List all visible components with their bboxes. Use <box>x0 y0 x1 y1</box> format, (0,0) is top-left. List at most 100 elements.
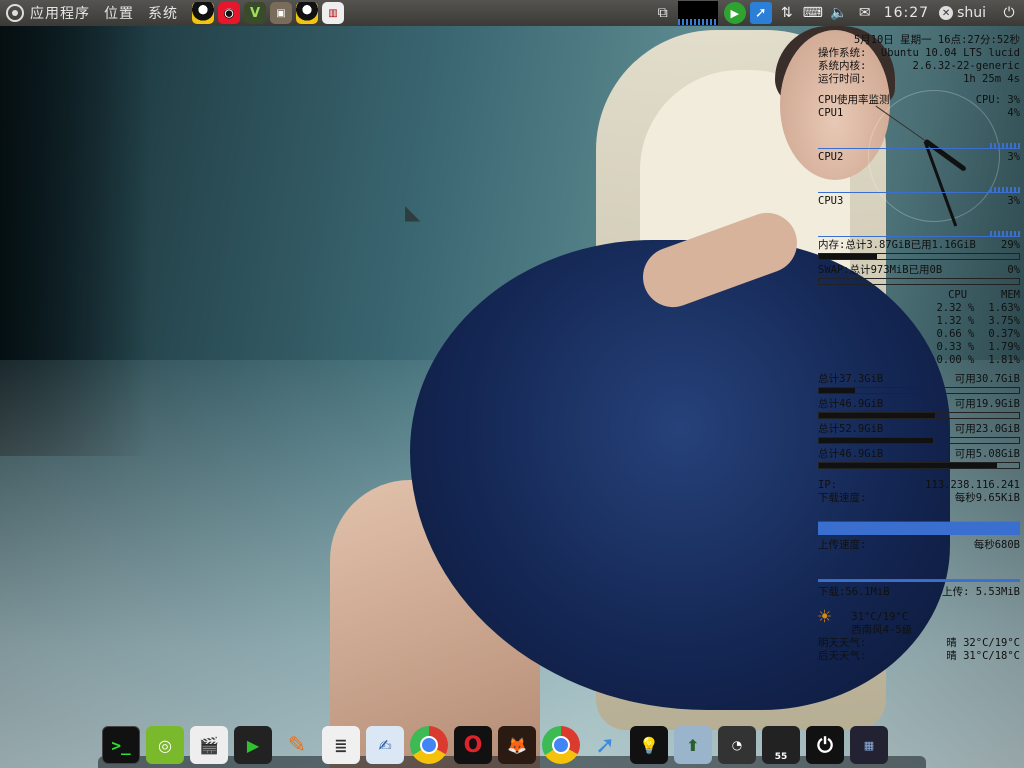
conky-process-row: 0.00 % 1.81% <box>818 354 1020 367</box>
conky-cpu1-graph <box>818 120 1020 149</box>
conky-os-row: 操作系统: Ubuntu 10.04 LTS lucid <box>818 47 1020 59</box>
pointer-tool-icon[interactable]: ➚ <box>749 2 772 24</box>
conky-weather-today: ☀ 31°C/19°C 西南风4-5级 <box>818 607 1020 637</box>
ubuntu-logo-icon[interactable] <box>6 4 24 22</box>
workspace-switch-icon[interactable]: ⧉ <box>652 2 674 24</box>
user-status-icon: ✕ <box>939 6 954 20</box>
keyboard-icon[interactable]: ⌨ <box>802 2 824 24</box>
disk-free: 可用19.9GiB <box>954 398 1020 410</box>
menu-places[interactable]: 位置 <box>104 3 134 23</box>
conky-disk-bar-fill <box>819 438 933 443</box>
terminal-icon[interactable]: >_ <box>102 726 140 764</box>
conky-uptime-row: 运行时间: 1h 25m 4s <box>818 73 1020 85</box>
conky-download-graph <box>818 505 1020 535</box>
power-icon[interactable]: ⏻ <box>998 2 1020 24</box>
pointer-tool-dock-icon[interactable]: ➚ <box>586 726 624 764</box>
qq-penguin-icon[interactable] <box>192 2 214 24</box>
process-mem: 0.37% <box>988 328 1020 340</box>
process-cpu: 0.66 % <box>936 328 975 340</box>
weibo-icon[interactable]: ◉ <box>218 2 240 24</box>
conky-disk-bar-fill <box>819 413 935 418</box>
mail-icon[interactable]: ✉ <box>854 2 876 24</box>
conky-mem-bar-fill <box>819 254 877 259</box>
conky-disk-row: 总计37.3GiB 可用30.7GiB <box>818 373 1020 386</box>
conky-datetime: 5月10日 星期一 16点:27分:52秒 <box>853 34 1020 46</box>
volume-icon[interactable]: 🔈 <box>828 2 850 24</box>
menu-system[interactable]: 系统 <box>148 3 178 23</box>
disk-total: 总计37.3GiB <box>818 373 884 385</box>
system-monitor-graph[interactable] <box>677 1 718 25</box>
conky-download-row: 下载速度: 每秒9.65KiB <box>818 492 1020 504</box>
conky-cpu3-row: CPU3 3% <box>818 195 1020 207</box>
conky-mem-bar <box>818 253 1020 260</box>
conky-upload-row: 上传速度: 每秒680B <box>818 539 1020 551</box>
shutdown-icon[interactable]: ⏻ <box>806 726 844 764</box>
conky-disk-bar <box>818 462 1020 469</box>
conky-disk-list: 总计37.3GiB 可用30.7GiB 总计46.9GiB 可用19.9GiB 总计52… <box>818 373 1020 469</box>
conky-cpu2-row: CPU2 3% <box>818 151 1020 163</box>
process-mem: 3.75% <box>988 315 1020 327</box>
conky-tomorrow-row: 明天天气: 晴 32°C/19°C <box>818 637 1020 649</box>
conky-totals-row: 下载:56.1MiB 上传: 5.53MiB <box>818 586 1020 598</box>
disk-free: 可用23.0GiB <box>954 423 1020 435</box>
v-launcher-icon[interactable]: V <box>244 2 266 24</box>
conky-disk-bar <box>818 412 1020 419</box>
disk-total: 总计46.9GiB <box>818 398 884 410</box>
process-cpu: 1.32 % <box>936 315 975 327</box>
conky-cpu3-graph <box>818 208 1020 237</box>
disk-total: 总计46.9GiB <box>818 448 884 460</box>
stamp-icon[interactable]: ▣ <box>270 2 292 24</box>
user-name: shui <box>957 5 986 21</box>
conky-upload-graph <box>818 552 1020 582</box>
conky-cpu1-row: CPU1 4% <box>818 107 1020 119</box>
conky-swap-bar <box>818 278 1020 285</box>
weather-wind: 西南风4-5级 <box>851 624 913 636</box>
conky-disk-bar-fill <box>819 388 855 393</box>
conky-process-list: 2.32 % 1.63% 1.32 % 3.75% 0.66 % 0.37% 0.33 % 1… <box>818 302 1020 367</box>
cpu-gauge-icon[interactable]: 55 <box>762 726 800 764</box>
conky-disk-bar <box>818 437 1020 444</box>
notepad-pen-icon[interactable]: ✍ <box>366 726 404 764</box>
comb-icon[interactable]: ▥ <box>322 2 344 24</box>
conky-monitor: 5月10日 星期一 16点:27分:52秒 操作系统: Ubuntu 10.04 … <box>818 34 1020 663</box>
folder-upload-icon[interactable]: ⬆ <box>674 726 712 764</box>
opera-browser-icon[interactable]: O <box>454 726 492 764</box>
dock: >_ ◎ 🎬 ▶ ✎ ≣ ✍ O 🦊 ➚ 💡 ⬆ ◔ 55 ⏻ ▦ <box>102 726 888 766</box>
process-cpu: 0.33 % <box>936 341 975 353</box>
disk-total: 总计52.9GiB <box>818 423 884 435</box>
firefox-browser-icon[interactable]: 🦊 <box>498 726 536 764</box>
qq-penguin-icon-2[interactable] <box>296 2 318 24</box>
conky-process-row: 0.33 % 1.79% <box>818 341 1020 354</box>
process-mem: 1.81% <box>988 354 1020 366</box>
ubuntu-software-icon[interactable]: ◎ <box>146 726 184 764</box>
conky-disk-row: 总计52.9GiB 可用23.0GiB <box>818 423 1020 436</box>
media-play-icon[interactable]: ▶ <box>723 2 746 24</box>
conky-process-row: 0.66 % 0.37% <box>818 328 1020 341</box>
top-panel: 应用程序 位置 系统 ◉ V ▣ ▥ ⧉ ▶ ➚ ⇅ ⌨ 🔈 ✉ 16:27 ✕… <box>0 0 1024 26</box>
conky-disk-row: 总计46.9GiB 可用19.9GiB <box>818 398 1020 411</box>
lightbulb-icon[interactable]: 💡 <box>630 726 668 764</box>
conky-swap-row: SWAP:总计973MiB已用0B 0% <box>818 264 1020 276</box>
network-updown-icon[interactable]: ⇅ <box>776 2 798 24</box>
disk-free: 可用5.08GiB <box>954 448 1020 460</box>
chromium-browser-icon[interactable] <box>542 726 580 764</box>
media-player-icon[interactable]: ▶ <box>234 726 272 764</box>
user-menu[interactable]: ✕ shui <box>939 5 986 21</box>
process-cpu: 2.32 % <box>936 302 975 314</box>
conky-disk-bar-fill <box>819 463 997 468</box>
workspace-tiles-icon[interactable]: ▦ <box>850 726 888 764</box>
video-clapper-icon[interactable]: 🎬 <box>190 726 228 764</box>
conky-cpu-header: CPU使用率监测 CPU: 3% <box>818 94 1020 106</box>
weather-temp: 31°C/19°C <box>851 611 909 623</box>
conky-process-row: 2.32 % 1.63% <box>818 302 1020 315</box>
screenshot-tool-icon[interactable]: ◔ <box>718 726 756 764</box>
text-editor-icon[interactable]: ≣ <box>322 726 360 764</box>
menu-applications[interactable]: 应用程序 <box>30 3 90 23</box>
panel-clock[interactable]: 16:27 <box>884 5 929 21</box>
conky-proc-header: CPU MEM <box>948 289 1020 301</box>
paint-brush-icon[interactable]: ✎ <box>278 726 316 764</box>
disk-free: 可用30.7GiB <box>954 373 1020 385</box>
process-mem: 1.63% <box>988 302 1020 314</box>
chrome-browser-icon[interactable] <box>410 726 448 764</box>
conky-kernel-row: 系统内核: 2.6.32-22-generic <box>818 60 1020 72</box>
